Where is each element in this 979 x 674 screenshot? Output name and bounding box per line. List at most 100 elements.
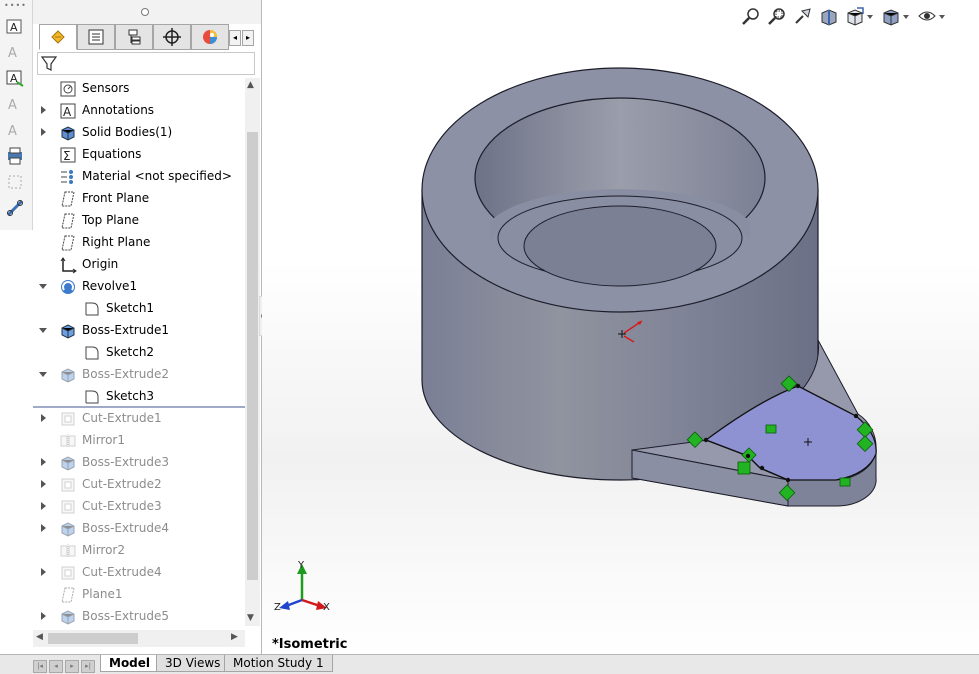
tab-featuremanager[interactable] bbox=[39, 24, 77, 50]
tree-item[interactable]: Cut-Extrude3 bbox=[33, 496, 245, 518]
grip-dots: •••• bbox=[4, 1, 27, 10]
scroll-left-arrow[interactable]: ◀ bbox=[36, 632, 43, 642]
collapsed-arrow-icon[interactable] bbox=[39, 414, 47, 422]
scroll-down-arrow[interactable]: ▼ bbox=[247, 613, 254, 623]
model-view[interactable] bbox=[262, 0, 979, 620]
tab-dimxpert[interactable] bbox=[153, 24, 191, 50]
tree-item-label: Boss-Extrude4 bbox=[82, 521, 169, 535]
next-tab-button[interactable]: ▸ bbox=[65, 660, 79, 673]
tree-item-label: Revolve1 bbox=[82, 279, 138, 293]
tab-configurationmanager[interactable] bbox=[115, 24, 153, 50]
tree-item-label: Sketch2 bbox=[106, 345, 155, 359]
first-tab-button[interactable]: |◂ bbox=[33, 660, 47, 673]
tree-item-label: Origin bbox=[82, 257, 119, 271]
collapsed-arrow-icon[interactable] bbox=[39, 106, 47, 114]
collapsed-arrow-icon[interactable] bbox=[39, 480, 47, 488]
tree-item[interactable]: Top Plane bbox=[33, 210, 245, 232]
rollback-bar[interactable] bbox=[33, 406, 245, 408]
expanded-arrow-icon[interactable] bbox=[39, 370, 47, 378]
tree-item[interactable]: Boss-Extrude2 bbox=[33, 364, 245, 386]
last-tab-button[interactable]: ▸| bbox=[81, 660, 95, 673]
tree-item[interactable]: Revolve1 bbox=[33, 276, 245, 298]
tree-filter-bar[interactable] bbox=[37, 52, 255, 75]
svg-text:A: A bbox=[10, 21, 18, 34]
text-tool-icon[interactable]: A bbox=[5, 68, 25, 88]
tree-item[interactable]: Cut-Extrude1 bbox=[33, 408, 245, 430]
tree-item-label: Material <not specified> bbox=[82, 169, 232, 183]
tree-item[interactable]: Σ Equations bbox=[33, 144, 245, 166]
tree-item[interactable]: Boss-Extrude5 bbox=[33, 606, 245, 628]
mirror-icon bbox=[60, 544, 76, 558]
tree-item-label: Sensors bbox=[82, 81, 130, 95]
boss-extrude-icon bbox=[61, 456, 75, 471]
smart-dimension-icon[interactable] bbox=[5, 198, 25, 218]
tree-item[interactable]: Mirror2 bbox=[33, 540, 245, 562]
origin-icon bbox=[60, 257, 77, 274]
tree-item-label: Boss-Extrude5 bbox=[82, 609, 169, 623]
tree-item-label: Equations bbox=[82, 147, 142, 161]
tree-item[interactable]: Mirror1 bbox=[33, 430, 245, 452]
expanded-arrow-icon[interactable] bbox=[39, 326, 47, 334]
prev-tab-button[interactable]: ◂ bbox=[49, 660, 63, 673]
collapsed-arrow-icon[interactable] bbox=[39, 568, 47, 576]
tree-item-label: Right Plane bbox=[82, 235, 151, 249]
tree-item[interactable]: Sketch3 bbox=[33, 386, 245, 408]
tree-item-label: Boss-Extrude1 bbox=[82, 323, 169, 337]
filter-icon[interactable] bbox=[40, 55, 58, 73]
tab-model[interactable]: Model bbox=[100, 655, 160, 672]
boss-extrude-icon bbox=[61, 324, 75, 339]
annotation-tool-icon[interactable]: A bbox=[5, 16, 25, 36]
print-tool-icon[interactable] bbox=[5, 146, 25, 166]
weld-tool-icon[interactable]: A bbox=[5, 120, 25, 140]
tree-item[interactable]: Solid Bodies(1) bbox=[33, 122, 245, 144]
tree-item[interactable]: Plane1 bbox=[33, 584, 245, 606]
tree-item[interactable]: Origin bbox=[33, 254, 245, 276]
crosshair-icon bbox=[163, 28, 181, 46]
tree-item[interactable]: Sensors bbox=[33, 78, 245, 100]
collapsed-arrow-icon[interactable] bbox=[39, 524, 47, 532]
tree-item[interactable]: Material <not specified> bbox=[33, 166, 245, 188]
tree-item[interactable]: Cut-Extrude4 bbox=[33, 562, 245, 584]
tab-3d-views[interactable]: 3D Views bbox=[156, 655, 230, 672]
tree-item-label: Mirror1 bbox=[82, 433, 125, 447]
scroll-right-arrow[interactable]: ▶ bbox=[231, 632, 238, 642]
tab-displaymanager[interactable] bbox=[191, 24, 229, 50]
collapsed-arrow-icon[interactable] bbox=[39, 502, 47, 510]
inner-bore[interactable] bbox=[523, 205, 717, 287]
expanded-arrow-icon[interactable] bbox=[39, 282, 47, 290]
sketch-icon bbox=[85, 346, 99, 360]
scroll-thumb[interactable] bbox=[247, 132, 258, 580]
tree-item[interactable]: Right Plane bbox=[33, 232, 245, 254]
tab-motion-study[interactable]: Motion Study 1 bbox=[224, 655, 333, 672]
collapsed-arrow-icon[interactable] bbox=[39, 612, 47, 620]
tree-item[interactable]: A Annotations bbox=[33, 100, 245, 122]
tree-item[interactable]: Boss-Extrude3 bbox=[33, 452, 245, 474]
collapsed-arrow-icon[interactable] bbox=[39, 458, 47, 466]
sketch-icon bbox=[85, 390, 99, 404]
collapsed-arrow-icon[interactable] bbox=[39, 128, 47, 136]
featuremanager-icon bbox=[51, 30, 65, 44]
hscroll-thumb[interactable] bbox=[48, 633, 138, 644]
tree-item[interactable]: Boss-Extrude4 bbox=[33, 518, 245, 540]
tree-item[interactable]: Cut-Extrude2 bbox=[33, 474, 245, 496]
tab-propertymanager[interactable] bbox=[77, 24, 115, 50]
tree-horizontal-scrollbar[interactable]: ◀ ▶ bbox=[33, 630, 245, 647]
datum-tool-icon[interactable] bbox=[5, 172, 25, 192]
tree-item[interactable]: Boss-Extrude1 bbox=[33, 320, 245, 342]
tree-item[interactable]: Sketch2 bbox=[33, 342, 245, 364]
tree-vertical-scrollbar[interactable]: ▲ ▼ bbox=[245, 78, 260, 626]
tab-scroll-left[interactable]: ◂ bbox=[229, 30, 241, 46]
material-icon bbox=[61, 170, 73, 184]
tree-item[interactable]: Front Plane bbox=[33, 188, 245, 210]
tab-scroll-right[interactable]: ▸ bbox=[242, 30, 254, 46]
graphics-area[interactable]: Y X Z *Isometric bbox=[262, 0, 979, 654]
svg-text:A: A bbox=[63, 105, 72, 119]
tree-item[interactable]: Sketch1 bbox=[33, 298, 245, 320]
note-tool-icon[interactable]: A bbox=[5, 42, 25, 62]
scroll-up-arrow[interactable]: ▲ bbox=[247, 80, 254, 90]
panel-grip[interactable] bbox=[33, 0, 261, 24]
balloon-tool-icon[interactable]: A bbox=[5, 94, 25, 114]
bottom-tab-bar: |◂ ◂ ▸ ▸| Model 3D Views Motion Study 1 bbox=[0, 654, 979, 674]
tree-item-label: Cut-Extrude3 bbox=[82, 499, 162, 513]
annotations-icon: A bbox=[60, 103, 76, 119]
